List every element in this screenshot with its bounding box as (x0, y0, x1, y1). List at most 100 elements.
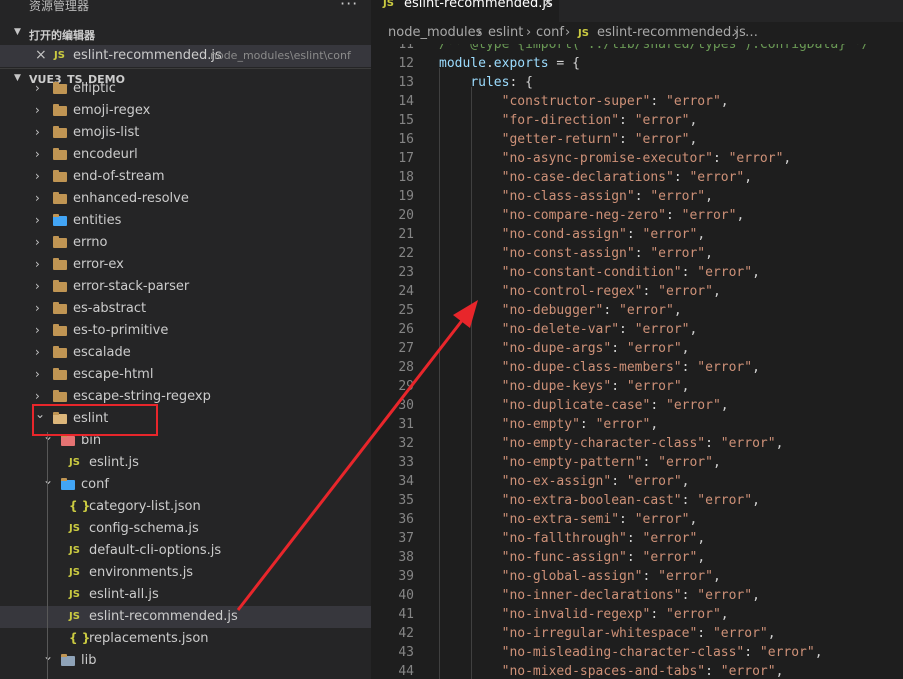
code-token: : (650, 398, 666, 413)
tree-folder[interactable]: › elliptic (0, 78, 371, 100)
rule-value: "error" (689, 170, 745, 185)
chevron-down-icon[interactable]: ⌄ (43, 649, 53, 663)
chevron-down-icon: ▼ (14, 27, 21, 37)
tree-folder[interactable]: › entities (0, 210, 371, 232)
rule-name: "no-empty-character-class" (501, 436, 706, 451)
chevron-right-icon[interactable]: › (35, 169, 40, 183)
js-file-icon: JS (578, 28, 589, 39)
chevron-right-icon[interactable]: › (35, 301, 40, 315)
tree-folder[interactable]: ⌄ conf (0, 473, 371, 496)
breadcrumb-item[interactable]: eslint (488, 25, 523, 40)
line-number: 26 (398, 322, 414, 337)
code-token: : (681, 588, 698, 603)
rule-name: "no-class-assign" (501, 189, 635, 204)
tree-folder[interactable]: › es-to-primitive (0, 320, 371, 342)
rule-line: "no-extra-boolean-cast": "error", (439, 493, 760, 508)
close-icon[interactable]: × (35, 47, 47, 63)
tree-file[interactable]: JS environments.js (0, 562, 371, 584)
chevron-right-icon[interactable]: › (35, 103, 40, 117)
rule-value: "error" (759, 645, 815, 660)
rule-value: "error" (634, 113, 690, 128)
tab-bar: JS eslint-recommended.js × (371, 0, 903, 22)
tree-file[interactable]: JS eslint-recommended.js (0, 606, 371, 628)
tree-file[interactable]: { } replacements.json (0, 628, 371, 650)
chevron-right-icon[interactable]: › (35, 81, 40, 95)
rule-name: "no-extra-semi" (501, 512, 620, 527)
chevron-right-icon[interactable]: › (35, 235, 40, 249)
rule-value: "error" (619, 303, 674, 318)
tree-file[interactable]: JS config-schema.js (0, 518, 371, 540)
rule-value: "error" (666, 94, 721, 109)
breadcrumb-item[interactable]: … (745, 25, 758, 40)
chevron-down-icon[interactable]: ⌄ (43, 473, 53, 487)
open-editor-item[interactable]: × JS eslint-recommended.js node_modules\… (0, 45, 371, 67)
tree-folder[interactable]: › es-abstract (0, 298, 371, 320)
tree-folder[interactable]: › escape-html (0, 364, 371, 386)
code-token: , (752, 265, 760, 280)
chevron-right-icon[interactable]: › (35, 213, 40, 227)
rule-name: "no-async-promise-executor" (501, 151, 713, 166)
line-number: 43 (398, 645, 414, 660)
tree-folder[interactable]: ⌄ lib (0, 649, 371, 672)
chevron-right-icon[interactable]: › (35, 367, 40, 381)
tree-file[interactable]: JS eslint-all.js (0, 584, 371, 606)
tree-folder[interactable]: › escalade (0, 342, 371, 364)
rule-line: "no-cond-assign": "error", (439, 227, 706, 242)
chevron-right-icon[interactable]: › (35, 191, 40, 205)
line-number: 33 (398, 455, 414, 470)
tree-folder[interactable]: › errno (0, 232, 371, 254)
code-token: , (681, 379, 690, 394)
line-number: 31 (398, 417, 414, 432)
code-token: , (775, 664, 784, 679)
tab-eslint-recommended[interactable]: JS eslint-recommended.js × (371, 0, 559, 22)
rule-value: "error" (712, 626, 768, 641)
tree-file[interactable]: JS default-cli-options.js (0, 540, 371, 562)
chevron-right-icon[interactable]: › (35, 323, 40, 337)
tree-item-label: escalade (73, 345, 131, 360)
code-token: , (705, 246, 713, 261)
tree-item-label: eslint-all.js (89, 587, 159, 602)
rule-value: "error" (634, 322, 690, 337)
tree-file[interactable]: JS eslint.js (0, 452, 371, 474)
rule-name: "no-constant-condition" (501, 265, 682, 280)
tree-folder[interactable]: › error-ex (0, 254, 371, 276)
line-number: 23 (398, 265, 414, 280)
js-file-icon: JS (69, 611, 80, 622)
tree-folder[interactable]: › end-of-stream (0, 166, 371, 188)
js-file-icon: JS (69, 567, 80, 578)
rule-line: "no-func-assign": "error", (439, 550, 706, 565)
tree-folder[interactable]: › encodeurl (0, 144, 371, 166)
tree-folder[interactable]: › enhanced-resolve (0, 188, 371, 210)
tree-folder[interactable]: › emoji-regex (0, 100, 371, 122)
line-number: 29 (398, 379, 414, 394)
code-token: : (619, 512, 635, 527)
chevron-right-icon[interactable]: › (35, 345, 40, 359)
chevron-right-icon[interactable]: › (35, 125, 40, 139)
code-token: , (689, 322, 698, 337)
code-area[interactable]: 11 /** @type {import("../lib/shared/types… (371, 44, 903, 679)
rule-line: "no-mixed-spaces-and-tabs": "error", (439, 664, 784, 679)
tree-item-label: es-abstract (73, 301, 147, 316)
folder-icon (53, 280, 67, 292)
chevron-right-icon[interactable]: › (35, 147, 40, 161)
chevron-right-icon[interactable]: › (35, 389, 40, 403)
chevron-right-icon[interactable]: › (35, 279, 40, 293)
tree-folder[interactable]: › emojis-list (0, 122, 371, 144)
folder-icon (61, 434, 75, 446)
tree-folder[interactable]: › error-stack-parser (0, 276, 371, 298)
code-token: : (619, 322, 635, 337)
breadcrumb-item[interactable]: eslint-recommended.js (597, 25, 746, 40)
breadcrumb-item[interactable]: conf (536, 25, 564, 40)
chevron-right-icon[interactable]: › (35, 257, 40, 271)
code-token: : (642, 284, 659, 299)
open-editors-header[interactable]: ▼ 打开的编辑器 (0, 23, 371, 45)
more-actions-icon[interactable]: ··· (340, 0, 358, 13)
folder-icon (53, 214, 67, 226)
breadcrumb-item[interactable]: node_modules (388, 25, 482, 40)
tree-file[interactable]: { } category-list.json (0, 496, 371, 518)
tree-item-label: escape-html (73, 367, 154, 382)
rule-name: "no-dupe-args" (501, 341, 612, 356)
code-token: , (752, 493, 760, 508)
code-line: module.exports = { (439, 56, 580, 71)
close-icon[interactable]: × (542, 0, 554, 11)
